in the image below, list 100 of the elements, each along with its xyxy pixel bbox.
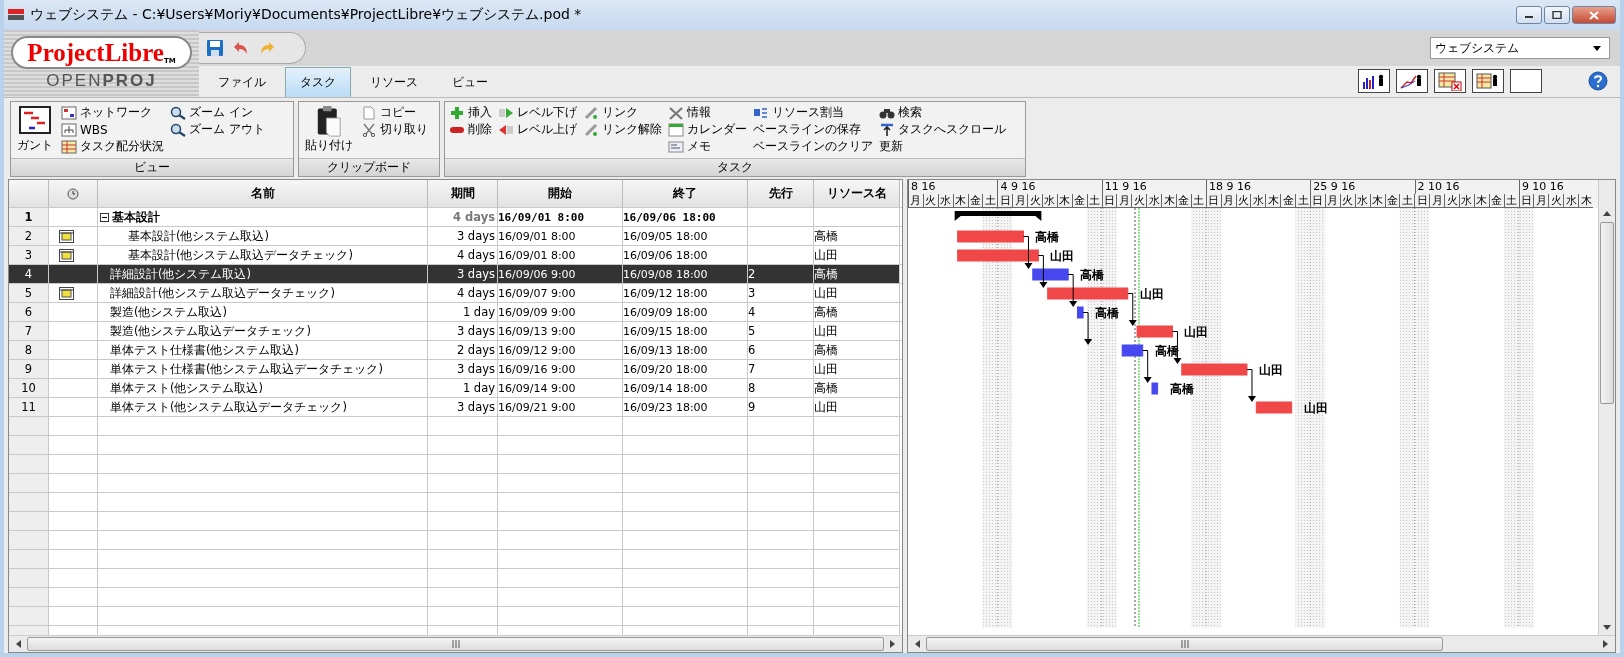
histogram-view-button[interactable] [1358, 69, 1390, 93]
ribbon-button[interactable]: ズーム アウト [170, 121, 265, 138]
scroll-left-icon[interactable] [914, 640, 922, 648]
finish-cell: 16/09/20 18:00 [623, 362, 708, 376]
ribbon-button[interactable]: リソース割当 [753, 104, 873, 121]
link-arrow [1067, 274, 1078, 307]
usage-view-button[interactable] [1434, 69, 1466, 93]
finish-cell: 16/09/08 18:00 [623, 267, 708, 281]
project-dropdown[interactable]: ウェブシステム [1430, 37, 1610, 59]
ribbon-button[interactable]: ベースラインのクリア [753, 138, 873, 155]
task-row[interactable]: 4 詳細設計(他システム取込) 3 days 16/09/06 9:00 16/09/08 18:00 2 高橋 [9, 265, 902, 284]
start-cell: 16/09/06 9:00 [498, 267, 576, 281]
task-row[interactable]: 6 製造(他システム取込) 1 day 16/09/09 9:00 16/09/09 18:00 4 高橋 [9, 303, 902, 322]
ribbon-button[interactable]: レベル下げ [498, 104, 577, 121]
ribbon-button[interactable]: レベル上げ [498, 121, 577, 138]
group-label: クリップボード [299, 158, 439, 176]
collapse-toggle-icon[interactable] [100, 212, 109, 222]
ribbon-button[interactable]: 削除 [449, 121, 492, 138]
close-button[interactable] [1572, 6, 1616, 24]
scroll-right-icon[interactable] [1601, 640, 1609, 648]
ribbon-tab[interactable]: ビュー [437, 67, 503, 97]
duration-cell: 2 days [456, 343, 495, 357]
scroll-down-icon[interactable] [1603, 623, 1611, 631]
save-icon[interactable] [207, 40, 223, 56]
summary-bar[interactable] [954, 211, 1042, 221]
column-header[interactable]: リソース名 [814, 180, 900, 207]
ribbon-button[interactable]: タスク配分状況 [61, 138, 164, 155]
ribbon-button[interactable]: ベースラインの保存 [753, 121, 873, 138]
ribbon-button[interactable]: ネットワーク [61, 104, 164, 121]
day-label: 水 [1458, 194, 1474, 208]
finish-cell: 16/09/06 18:00 [623, 248, 708, 262]
ribbon-button[interactable]: 切り取り [361, 121, 428, 138]
ribbon-button[interactable]: 挿入 [449, 104, 492, 121]
column-header[interactable]: 先行 [748, 180, 814, 207]
bar-resource-label: 高橋 [1169, 382, 1194, 396]
indicator-column-header[interactable] [49, 180, 98, 207]
ribbon-button[interactable]: コピー [361, 104, 428, 121]
plus-icon [449, 105, 465, 120]
column-header[interactable]: 終了 [623, 180, 748, 207]
maximize-button[interactable] [1544, 6, 1570, 24]
bar-resource-label: 高橋 [1035, 230, 1060, 244]
ribbon-button[interactable]: 検索 [879, 104, 1006, 121]
empty-view-button[interactable] [1510, 69, 1542, 93]
ribbon-button[interactable]: カレンダー [668, 121, 747, 138]
horizontal-scrollbar[interactable] [9, 635, 902, 652]
undo-icon[interactable] [233, 41, 249, 55]
assign-icon [753, 105, 769, 120]
vertical-scrollbar[interactable] [1598, 180, 1615, 635]
ribbon-button[interactable]: 情報 [668, 104, 747, 121]
duration-cell: 3 days [456, 362, 495, 376]
ribbon-button[interactable]: メモ [668, 138, 747, 155]
day-label: 水 [1146, 194, 1162, 208]
start-cell: 16/09/09 9:00 [498, 305, 576, 319]
group-label: タスク [445, 158, 1025, 176]
task-row[interactable]: 10 単体テスト(他システム取込) 1 day 16/09/14 9:00 16/09/14 18:00 8 高橋 [9, 379, 902, 398]
duration-cell: 3 days [456, 400, 495, 414]
dropdown-caret-icon [1593, 45, 1601, 51]
magnifier-icon [170, 105, 186, 120]
resource-usage-button[interactable] [1472, 69, 1504, 93]
day-label: 火 [1339, 194, 1355, 208]
scroll-up-icon[interactable] [1603, 210, 1611, 218]
task-row[interactable]: 7 製造(他システム取込データチェック) 3 days 16/09/13 9:00 16/09/15 18:00 5 山田 [9, 322, 902, 341]
column-header[interactable]: 期間 [428, 180, 498, 207]
horizontal-scrollbar[interactable] [908, 635, 1615, 652]
ribbon-button[interactable]: WBS [61, 121, 164, 138]
ribbon-button[interactable]: リンク [583, 104, 662, 121]
task-row[interactable]: 9 単体テスト仕様書(他システム取込データチェック) 3 days 16/09/16 9:00 16/09/20 18:00 7 山田 [9, 360, 902, 379]
column-header[interactable]: 開始 [498, 180, 623, 207]
row-number: 4 [24, 267, 33, 281]
task-name: 製造(他システム取込) [110, 304, 227, 320]
task-name: 製造(他システム取込データチェック) [110, 323, 311, 339]
ribbon-button[interactable]: ガント [15, 104, 55, 156]
row-number: 6 [24, 305, 33, 319]
scroll-left-icon[interactable] [15, 640, 23, 648]
task-row[interactable]: 1 基本設計 4 days 16/09/01 8:00 16/09/06 18:00 [9, 208, 902, 227]
ribbon-tab[interactable]: ファイル [203, 67, 281, 97]
column-header[interactable]: 名前 [98, 180, 428, 207]
chart-view-button[interactable] [1396, 69, 1428, 93]
task-bar[interactable] [1032, 268, 1069, 281]
day-label: 水 [1354, 194, 1370, 208]
scroll-right-icon[interactable] [888, 640, 896, 648]
predecessor-cell: 5 [748, 324, 756, 338]
day-label: 火 [1027, 194, 1042, 208]
task-row[interactable]: 8 単体テスト仕様書(他システム取込) 2 days 16/09/12 9:00 16/09/13 18:00 6 高橋 [9, 341, 902, 360]
ribbon-button[interactable]: タスクへスクロール [879, 121, 1006, 138]
help-icon[interactable] [1588, 71, 1608, 91]
ribbon-button[interactable]: リンク解除 [583, 121, 662, 138]
task-row[interactable]: 2 基本設計(他システム取込) 3 days 16/09/01 8:00 16/09/05 18:00 高橋 [9, 227, 902, 246]
ribbon-button[interactable]: 更新 [879, 138, 1006, 155]
minimize-button[interactable] [1516, 6, 1542, 24]
task-row[interactable]: 5 詳細設計(他システム取込データチェック) 4 days 16/09/07 9:00 16/09/12 18:00 3 山田 [9, 284, 902, 303]
ribbon-button[interactable]: ズーム イン [170, 104, 265, 121]
task-name: 基本設計 [112, 209, 160, 225]
task-bar[interactable] [1121, 344, 1144, 357]
ribbon-tab[interactable]: タスク [285, 67, 351, 97]
task-name: 単体テスト仕様書(他システム取込) [110, 342, 299, 358]
ribbon-tab[interactable]: リソース [355, 67, 433, 97]
task-bar[interactable] [1151, 382, 1159, 395]
task-bar[interactable] [1047, 287, 1129, 300]
ribbon-button[interactable]: 貼り付け [303, 104, 355, 156]
